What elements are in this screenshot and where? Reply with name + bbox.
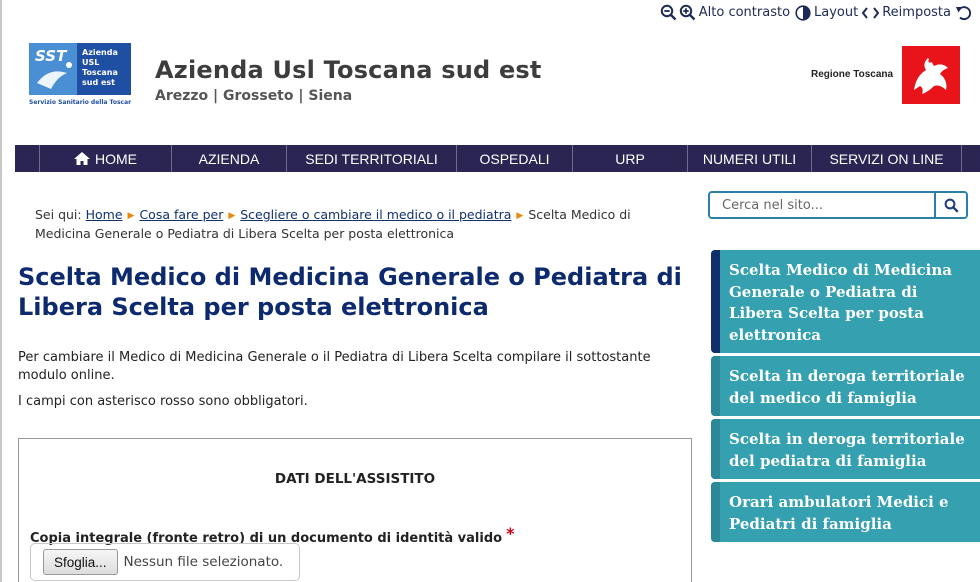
zoom-in-icon[interactable] xyxy=(679,4,696,21)
sidebar-item-label: Scelta Medico di Medicina Generale o Ped… xyxy=(729,261,952,344)
nav-item-servizi-online[interactable]: SERVIZI ON LINE xyxy=(812,145,962,172)
search-button[interactable] xyxy=(934,193,966,217)
nav-item-ospedali[interactable]: OSPEDALI xyxy=(457,145,573,172)
breadcrumb-link-home[interactable]: Home xyxy=(86,207,123,222)
no-file-text: Nessun file selezionato. xyxy=(123,554,284,570)
nav-item-label: HOME xyxy=(95,150,137,167)
svg-text:SST: SST xyxy=(35,47,68,65)
nav-item-azienda[interactable]: AZIENDA xyxy=(172,145,287,172)
nav-item-home[interactable]: HOME xyxy=(40,145,172,172)
nav-item-sedi-territoriali[interactable]: SEDI TERRITORIALI xyxy=(287,145,457,172)
zoom-out-icon[interactable] xyxy=(660,4,677,21)
required-note: I campi con asterisco rosso sono obbliga… xyxy=(18,394,308,409)
svg-text:USL: USL xyxy=(82,58,99,67)
accessibility-toolbar: Alto contrasto Layout Reimposta xyxy=(660,4,972,21)
nav-item-numeri-utili[interactable]: NUMERI UTILI xyxy=(688,145,812,172)
breadcrumb-link-scegliere-medico[interactable]: Scegliere o cambiare il medico o il pedi… xyxy=(240,207,511,222)
page-title: Scelta Medico di Medicina Generale o Ped… xyxy=(18,263,682,321)
svg-text:Toscana: Toscana xyxy=(82,68,118,77)
breadcrumb: Sei qui: Home ▶ Cosa fare per ▶ Scegliere o … xyxy=(35,206,680,243)
intro-text: Per cambiare il Medico di Medicina Gener… xyxy=(18,350,651,383)
search-input[interactable] xyxy=(710,193,934,217)
layout-link[interactable]: Layout xyxy=(814,5,858,20)
breadcrumb-arrow-icon: ▶ xyxy=(228,211,236,221)
home-icon xyxy=(74,152,90,165)
sidebar-item-orari-ambulatori[interactable]: Orari ambulatori Medici e Pediatri di fa… xyxy=(711,482,980,542)
sidebar-item-scelta-medico[interactable]: Scelta Medico di Medicina Generale o Ped… xyxy=(711,250,980,353)
required-asterisk: * xyxy=(506,524,515,543)
site-title[interactable]: Azienda Usl Toscana sud est xyxy=(155,56,542,84)
patient-form: DATI DELL'ASSISTITO Copia integrale (fro… xyxy=(18,438,692,582)
sidebar-item-label: Scelta in deroga territoriale del pediat… xyxy=(729,430,965,470)
breadcrumb-arrow-icon: ▶ xyxy=(127,211,135,221)
layout-arrows-icon[interactable] xyxy=(862,4,880,21)
region-label[interactable]: Regione Toscana xyxy=(811,69,893,80)
nav-spacer xyxy=(15,145,40,172)
form-section-title: DATI DELL'ASSISTITO xyxy=(274,471,436,487)
main-nav: HOME AZIENDA SEDI TERRITORIALI OSPEDALI … xyxy=(15,145,980,172)
high-contrast-link[interactable]: Alto contrasto xyxy=(699,5,790,20)
sidebar-menu: Scelta Medico di Medicina Generale o Ped… xyxy=(711,250,980,545)
reset-link[interactable]: Reimposta xyxy=(882,5,951,20)
search-icon xyxy=(944,198,959,213)
svg-text:Servizio Sanitario della Tosca: Servizio Sanitario della Toscana xyxy=(29,99,131,106)
breadcrumb-prefix: Sei qui: xyxy=(35,207,82,222)
svg-text:Azienda: Azienda xyxy=(82,48,118,57)
page-border xyxy=(0,0,2,582)
site-subtitle: Arezzo | Grosseto | Siena xyxy=(155,88,353,104)
reset-icon[interactable] xyxy=(955,4,972,21)
id-document-file-input[interactable]: Sfoglia... Nessun file selezionato. xyxy=(30,543,300,581)
sidebar-item-label: Scelta in deroga territoriale del medico… xyxy=(729,367,965,407)
site-search xyxy=(708,191,968,219)
regione-toscana-logo[interactable] xyxy=(902,46,960,104)
breadcrumb-arrow-icon: ▶ xyxy=(516,211,524,221)
asl-logo[interactable]: SST Azienda USL Toscana sud est Servizio… xyxy=(29,43,136,107)
nav-item-urp[interactable]: URP xyxy=(573,145,688,172)
sidebar-item-deroga-pediatra[interactable]: Scelta in deroga territoriale del pediat… xyxy=(711,419,980,479)
browse-button[interactable]: Sfoglia... xyxy=(43,549,118,575)
sidebar-item-deroga-medico[interactable]: Scelta in deroga territoriale del medico… xyxy=(711,356,980,416)
sidebar-item-label: Orari ambulatori Medici e Pediatri di fa… xyxy=(729,493,949,533)
svg-text:sud est: sud est xyxy=(82,78,115,87)
contrast-icon[interactable] xyxy=(794,4,811,21)
breadcrumb-link-cosa-fare-per[interactable]: Cosa fare per xyxy=(139,207,223,222)
